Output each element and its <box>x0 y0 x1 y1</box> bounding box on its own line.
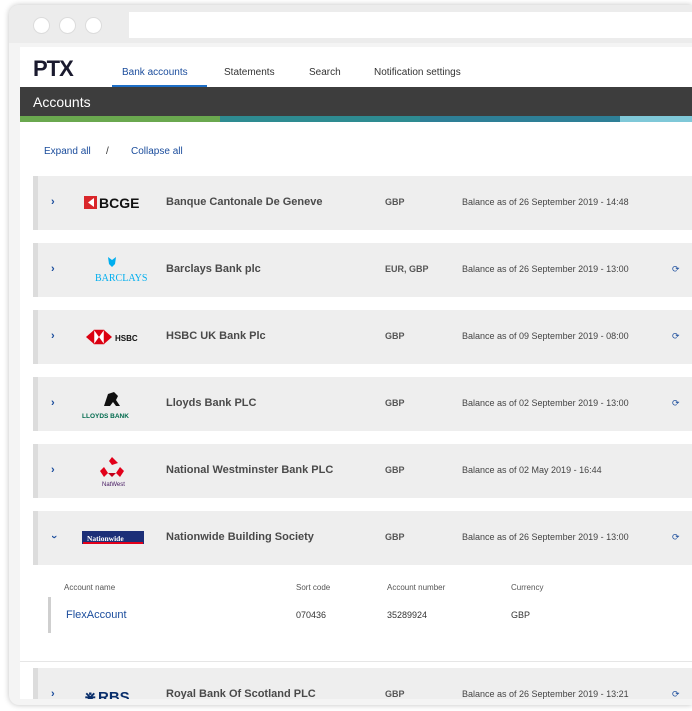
bank-currency: EUR, GBP <box>385 264 429 274</box>
svg-text:HSBC: HSBC <box>115 334 138 343</box>
currency-value: GBP <box>511 610 531 620</box>
bank-row-bcge[interactable]: › BCGE Banque Cantonale De Geneve GBP Ba… <box>33 176 692 230</box>
bank-balance: Balance as of 02 September 2019 - 13:00 <box>462 398 629 408</box>
ptx-logo[interactable]: PTX <box>33 56 74 82</box>
natwest-logo: NatWest <box>78 453 148 489</box>
bank-name: Barclays Bank plc <box>166 263 261 275</box>
svg-text:LLOYDS BANK: LLOYDS BANK <box>82 413 129 420</box>
column-header-currency: Currency <box>511 583 544 592</box>
chevron-right-icon[interactable]: › <box>51 688 55 699</box>
bank-row-barclays[interactable]: › BARCLAYS Barclays Bank plc EUR, GBP Ba… <box>33 243 692 297</box>
bank-balance: Balance as of 26 September 2019 - 14:48 <box>462 197 629 207</box>
bank-currency: GBP <box>385 331 405 341</box>
title-bar <box>9 5 692 43</box>
account-name-link[interactable]: FlexAccount <box>66 609 127 621</box>
bank-row-hsbc[interactable]: › HSBC HSBC UK Bank Plc GBP Balance as o… <box>33 310 692 364</box>
hsbc-logo: HSBC <box>78 319 148 355</box>
chevron-right-icon[interactable]: › <box>51 464 55 476</box>
refresh-icon[interactable]: ⟳ <box>672 532 680 543</box>
bank-balance: Balance as of 26 September 2019 - 13:00 <box>462 532 629 542</box>
lloyds-logo: LLOYDS BANK <box>78 386 148 422</box>
bank-balance: Balance as of 26 September 2019 - 13:21 <box>462 689 629 699</box>
bank-balance: Balance as of 02 May 2019 - 16:44 <box>462 465 602 475</box>
chevron-right-icon[interactable]: › <box>51 397 55 409</box>
chevron-down-icon[interactable]: › <box>48 535 60 539</box>
bank-name: Nationwide Building Society <box>166 531 314 543</box>
chevron-right-icon[interactable]: › <box>51 330 55 342</box>
table-row[interactable]: FlexAccount 070436 35289924 GBP <box>48 597 692 633</box>
bank-currency: GBP <box>385 465 405 475</box>
page-title: Accounts <box>33 94 91 110</box>
controls-separator: / <box>106 146 109 157</box>
address-bar[interactable] <box>129 12 692 38</box>
bank-currency: GBP <box>385 398 405 408</box>
bank-name: HSBC UK Bank Plc <box>166 330 266 342</box>
bank-name: National Westminster Bank PLC <box>166 464 334 476</box>
minimize-window-button[interactable] <box>59 17 76 34</box>
account-number-value: 35289924 <box>387 610 428 620</box>
tab-bank-accounts[interactable]: Bank accounts <box>122 67 188 78</box>
accounts-header-band: Accounts <box>20 87 692 116</box>
refresh-icon[interactable]: ⟳ <box>672 264 680 275</box>
svg-text:NatWest: NatWest <box>102 482 125 488</box>
svg-text:BARCLAYS: BARCLAYS <box>95 273 147 284</box>
expand-all-link[interactable]: Expand all <box>44 146 91 157</box>
sort-code-value: 070436 <box>296 610 327 620</box>
close-window-button[interactable] <box>33 17 50 34</box>
decorative-stripe-blue <box>420 116 620 122</box>
bank-row-rbs[interactable]: › ⋇ RBS Royal Bank Of Scotland PLC GBP Ba… <box>33 668 692 699</box>
nationwide-logo: Nationwide <box>78 520 148 556</box>
refresh-icon[interactable]: ⟳ <box>672 689 680 699</box>
decorative-stripe-teal <box>220 116 420 122</box>
bank-name: Lloyds Bank PLC <box>166 397 257 409</box>
svg-text:⋇: ⋇ <box>84 689 97 699</box>
decorative-stripe-lightblue <box>620 116 692 122</box>
top-navigation: PTX Bank accounts Statements Search Noti… <box>20 47 692 88</box>
bank-currency: GBP <box>385 689 405 699</box>
collapse-all-link[interactable]: Collapse all <box>131 146 183 157</box>
bank-balance: Balance as of 26 September 2019 - 13:00 <box>462 264 629 274</box>
chevron-right-icon[interactable]: › <box>51 196 55 208</box>
column-header-account-name: Account name <box>64 583 116 592</box>
bank-row-nationwide[interactable]: › Nationwide Nationwide Building Society… <box>33 511 692 565</box>
tab-notification-settings[interactable]: Notification settings <box>374 67 461 78</box>
bank-row-lloyds[interactable]: › LLOYDS BANK Lloyds Bank PLC GBP Balanc… <box>33 377 692 431</box>
logo-text: PTX <box>33 56 74 81</box>
page-content: PTX Bank accounts Statements Search Noti… <box>20 47 692 699</box>
bank-currency: GBP <box>385 532 405 542</box>
browser-window: PTX Bank accounts Statements Search Noti… <box>9 5 692 705</box>
bcge-logo: BCGE <box>78 185 148 221</box>
bank-name: Banque Cantonale De Geneve <box>166 196 323 208</box>
rbs-logo: ⋇ RBS <box>78 677 148 699</box>
tab-statements[interactable]: Statements <box>224 67 275 78</box>
svg-text:Nationwide: Nationwide <box>87 534 124 543</box>
decorative-stripe-green <box>20 116 220 122</box>
maximize-window-button[interactable] <box>85 17 102 34</box>
svg-text:RBS: RBS <box>98 689 130 699</box>
svg-text:BCGE: BCGE <box>99 195 139 211</box>
bank-balance: Balance as of 09 September 2019 - 08:00 <box>462 331 629 341</box>
chevron-right-icon[interactable]: › <box>51 263 55 275</box>
tab-search[interactable]: Search <box>309 67 341 78</box>
refresh-icon[interactable]: ⟳ <box>672 331 680 342</box>
table-divider <box>20 651 692 662</box>
column-header-sort-code: Sort code <box>296 583 331 592</box>
bank-name: Royal Bank Of Scotland PLC <box>166 688 316 699</box>
refresh-icon[interactable]: ⟳ <box>672 398 680 409</box>
bank-currency: GBP <box>385 197 405 207</box>
barclays-logo: BARCLAYS <box>78 252 148 288</box>
bank-row-natwest[interactable]: › NatWest National Westminster Bank PLC … <box>33 444 692 498</box>
column-header-account-number: Account number <box>387 583 446 592</box>
